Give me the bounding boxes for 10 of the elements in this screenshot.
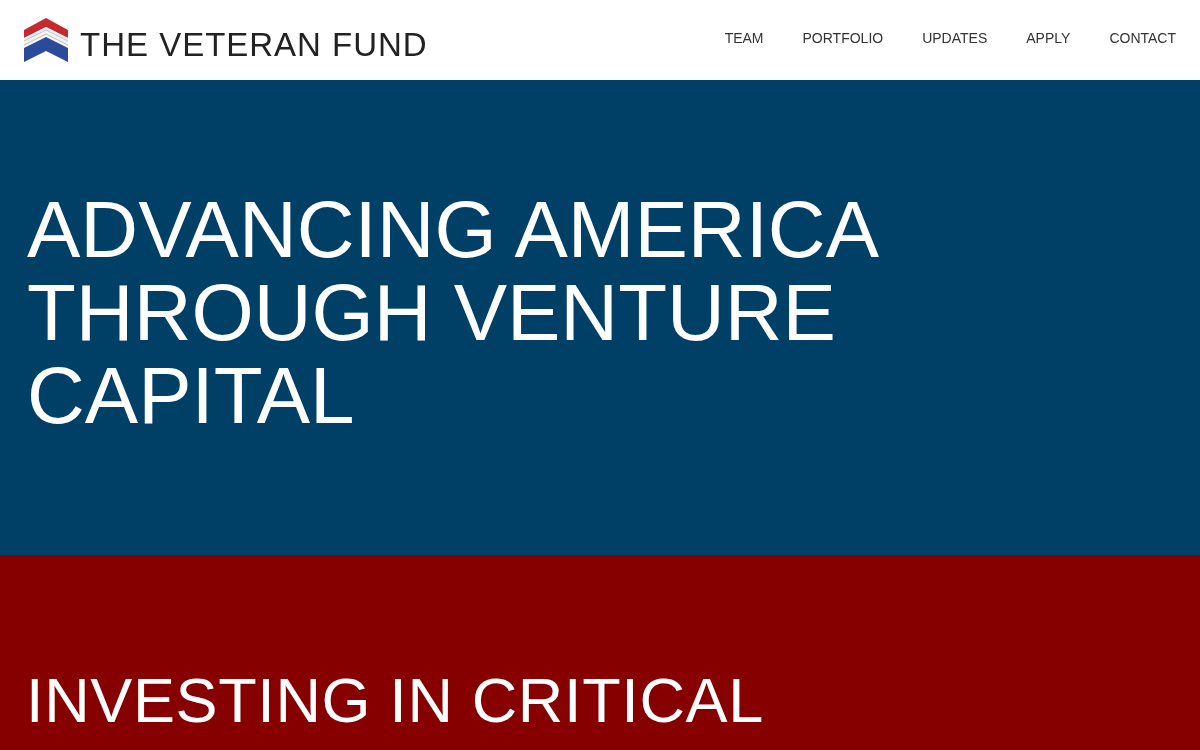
logo-link[interactable]: THE VETERAN FUND (24, 18, 428, 62)
hero-heading: ADVANCING AMERICA THROUGH VENTURE CAPITAL (27, 188, 877, 437)
nav-link[interactable]: APPLY (1026, 27, 1071, 49)
logo-text: THE VETERAN FUND (80, 24, 428, 61)
nav-link[interactable]: UPDATES (922, 27, 988, 49)
mission-heading: INVESTING IN CRITICAL (26, 667, 765, 733)
nav-link[interactable]: CONTACT (1109, 27, 1176, 49)
nav-link[interactable]: TEAM (724, 27, 764, 49)
nav-link[interactable]: PORTFOLIO (802, 27, 884, 49)
chevron-logo-icon (24, 18, 68, 62)
